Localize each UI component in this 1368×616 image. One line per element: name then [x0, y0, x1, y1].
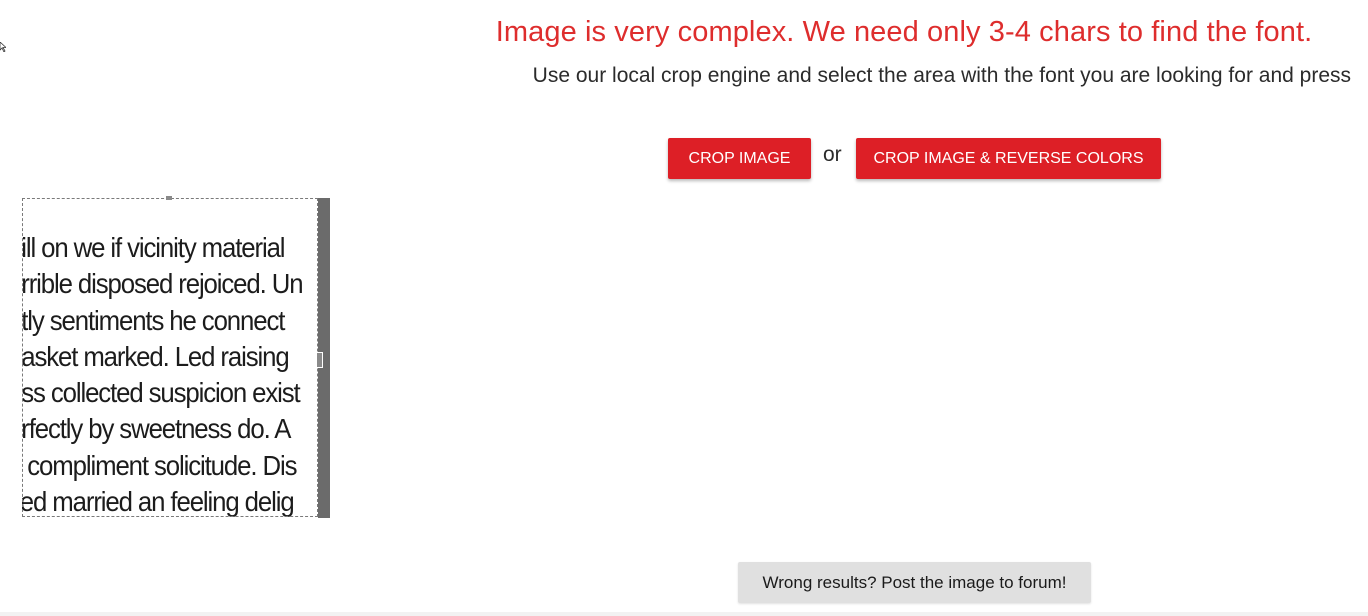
page-title: Image is very complex. We need only 3-4 …: [495, 16, 1313, 48]
crop-text-line: erfectly by sweetness do. A: [22, 413, 291, 445]
crop-text-line: orrible disposed rejoiced. Un: [22, 268, 304, 300]
crop-text-line: hill on we if vicinity material: [22, 232, 286, 263]
crop-text-line: yed married an feeling delig: [22, 486, 295, 518]
crop-instructions: Use our local crop engine and select the…: [532, 64, 1351, 87]
crop-image-text: hill on we if vicinity material orrible …: [22, 230, 321, 518]
crop-reverse-colors-button[interactable]: CROP IMAGE & REVERSE COLORS: [856, 138, 1161, 179]
crop-text-line: ess collected suspicion exist: [22, 377, 301, 409]
font-finder-page: Image is very complex. We need only 3-4 …: [0, 0, 1368, 616]
crop-text-line: basket marked. Led raising: [22, 340, 290, 372]
crop-text-line: ntly sentiments he connect: [22, 304, 285, 336]
or-separator: or: [823, 143, 842, 166]
crop-handle-top[interactable]: [166, 196, 172, 200]
crop-image-button[interactable]: CROP IMAGE: [668, 138, 811, 179]
crop-handle-right[interactable]: [316, 352, 323, 368]
page-bottom-divider: [0, 612, 1368, 616]
cursor-icon: [0, 42, 6, 52]
crop-image-preview[interactable]: hill on we if vicinity material orrible …: [22, 198, 330, 518]
crop-text-line: d compliment solicitude. Dis: [22, 449, 297, 481]
post-to-forum-button[interactable]: Wrong results? Post the image to forum!: [738, 562, 1091, 603]
